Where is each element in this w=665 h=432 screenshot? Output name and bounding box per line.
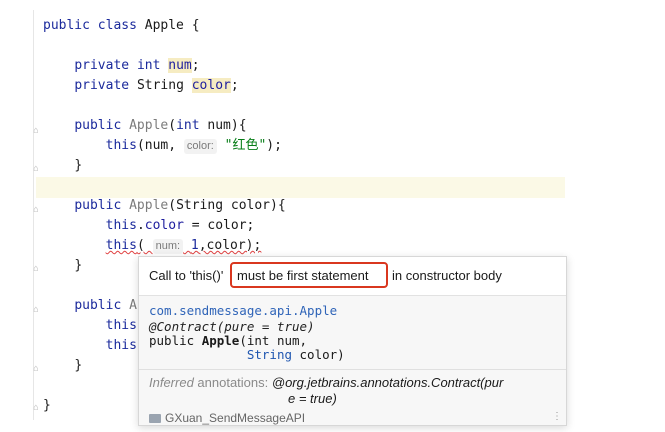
field-name: color — [191, 78, 231, 93]
code-line-15: } — [43, 396, 51, 416]
fold-marker-icon[interactable]: ⌂ — [32, 164, 40, 174]
inferred-annotations-line-2: e = true) — [288, 391, 337, 406]
gutter-divider — [33, 10, 34, 420]
code-line-5: this(num, color: "红色"); — [43, 136, 282, 156]
error-statement[interactable]: this( num: 1,color); — [105, 238, 262, 254]
keyword: public — [74, 198, 122, 213]
code-text: (num, — [136, 138, 184, 153]
folder-icon — [149, 414, 161, 424]
keyword: public class — [43, 18, 137, 33]
code-text: } — [74, 158, 83, 173]
keyword: this — [105, 338, 137, 353]
code-line-11: public A — [43, 296, 137, 316]
code-text: ; — [191, 58, 200, 73]
code-text: = color; — [183, 218, 255, 233]
error-highlight-box — [230, 262, 388, 288]
keyword: this — [105, 138, 137, 153]
code-text: { — [183, 18, 200, 33]
doc-annotation: @Contract(pure = true) — [149, 319, 315, 334]
constructor-name: Apple — [129, 198, 169, 213]
doc-signature-line-2: String color) — [149, 347, 345, 362]
doc-sig-name: Apple — [201, 333, 240, 348]
code-text: ( — [136, 238, 153, 253]
keyword: this — [105, 238, 137, 253]
code-text: . — [136, 218, 145, 233]
keyword: public — [74, 298, 122, 313]
keyword: this — [105, 218, 137, 233]
code-line-1: public class Apple { — [43, 16, 200, 36]
error-text-after: in constructor body — [392, 268, 502, 283]
keyword: private — [74, 58, 130, 73]
code-line-12: this — [43, 316, 137, 336]
keyword: public — [74, 118, 122, 133]
parameter-hint: color: — [183, 139, 217, 154]
code-line-8: this.color = color; — [43, 216, 255, 236]
current-line-highlight — [36, 177, 565, 198]
constructor-name: A — [129, 298, 137, 313]
code-text: } — [74, 358, 83, 373]
doc-sig-params: (int num, — [239, 333, 308, 348]
code-line-13: this — [43, 336, 137, 356]
doc-sig-type[interactable]: String — [247, 347, 292, 362]
keyword: private — [74, 78, 130, 93]
more-options-icon[interactable]: ⋮ — [552, 411, 562, 422]
code-text: ,color); — [198, 238, 262, 253]
type-name: String — [136, 78, 184, 93]
class-name: Apple — [144, 18, 184, 33]
fold-marker-icon[interactable]: ⌂ — [32, 403, 40, 413]
code-line-10: } — [43, 256, 82, 276]
error-documentation-popup[interactable]: Call to 'this()' must be first statement… — [138, 256, 567, 426]
fold-marker-icon[interactable]: ⌂ — [32, 264, 40, 274]
code-text: ); — [266, 138, 282, 153]
code-line-2: private int num; — [43, 56, 200, 76]
parameter-hint: num: — [152, 239, 184, 254]
inferred-label: Inferred — [149, 375, 194, 390]
field-name: num — [168, 58, 192, 73]
code-line-4: public Apple(int num){ — [43, 116, 247, 136]
doc-sig-prefix: public — [149, 333, 195, 348]
code-text: (String color){ — [168, 198, 286, 213]
code-line-6: } — [43, 156, 82, 176]
inferred-annotations-line-1: Inferred annotations: @org.jetbrains.ann… — [149, 375, 503, 390]
field-name: color — [144, 218, 184, 233]
fold-marker-icon[interactable]: ⌂ — [32, 126, 40, 136]
popup-divider — [139, 369, 566, 370]
doc-signature-line-1: public Apple(int num, — [149, 333, 307, 348]
code-editor[interactable]: ⌂ ⌂ ⌂ ⌂ ⌂ ⌂ ⌂ public class Apple { priva… — [0, 0, 665, 432]
code-text: ( — [168, 118, 177, 133]
fold-marker-icon[interactable]: ⌂ — [32, 305, 40, 315]
inferred-text: annotations: — [193, 375, 272, 390]
constructor-name: Apple — [129, 118, 169, 133]
code-text: } — [43, 398, 51, 413]
number-literal: 1 — [190, 238, 199, 253]
string-literal: "红色" — [224, 138, 267, 153]
code-text: ; — [230, 78, 239, 93]
code-text: num){ — [199, 118, 247, 133]
keyword: this — [105, 318, 137, 333]
error-message: Call to 'this()' must be first statement… — [139, 257, 566, 296]
keyword: int — [136, 58, 161, 73]
fold-marker-icon[interactable]: ⌂ — [32, 364, 40, 374]
doc-class-link[interactable]: com.sendmessage.api.Apple — [149, 303, 337, 318]
module-label: GXuan_SendMessageAPI — [165, 411, 306, 425]
error-text-before: Call to 'this()' — [149, 268, 224, 283]
inferred-value: @org.jetbrains.annotations.Contract(pur — [271, 375, 504, 390]
keyword: int — [176, 118, 200, 133]
fold-marker-icon[interactable]: ⌂ — [32, 205, 40, 215]
code-text: } — [74, 258, 83, 273]
code-line-7: public Apple(String color){ — [43, 196, 286, 216]
doc-sig-params: color) — [292, 347, 345, 362]
code-line-9: this( num: 1,color); — [43, 236, 261, 256]
code-line-14: } — [43, 356, 82, 376]
popup-bottom-bar: GXuan_SendMessageAPI ⋮ — [139, 411, 566, 425]
code-line-3: private String color; — [43, 76, 239, 96]
